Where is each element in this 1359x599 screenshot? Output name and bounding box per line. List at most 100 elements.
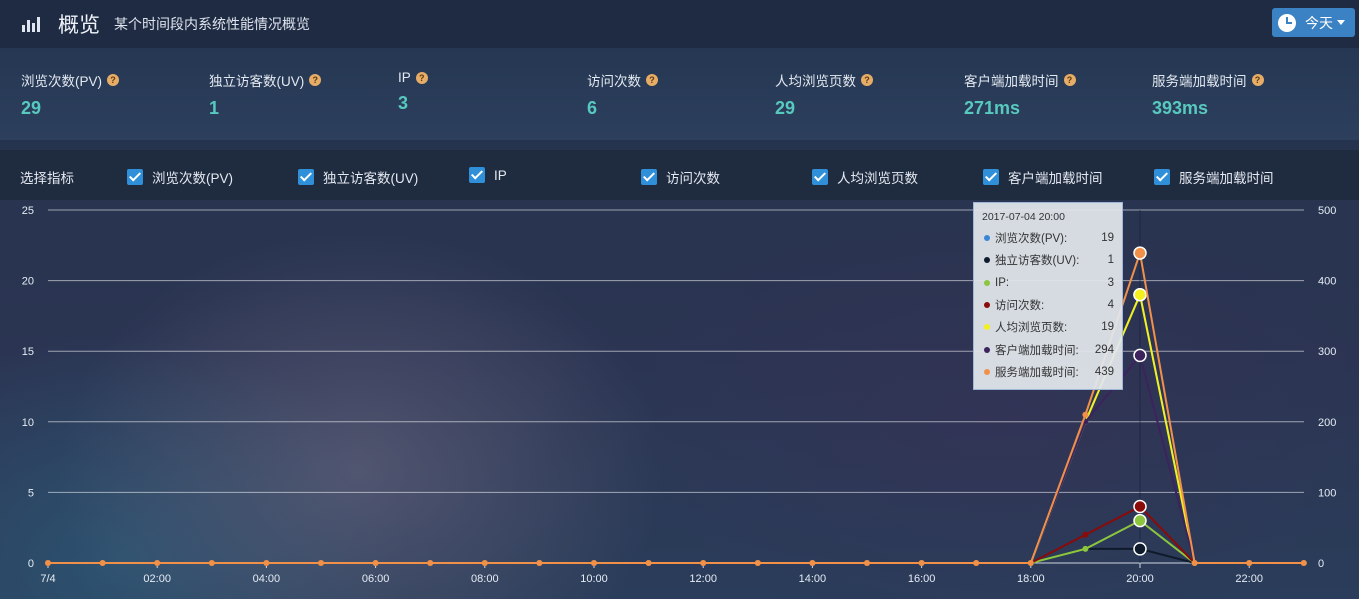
series-point xyxy=(372,560,379,566)
stats-panel: 浏览次数(PV)? 29 独立访客数(UV)? 1 IP? 3 访问次数? 6 … xyxy=(0,48,1359,140)
y-right-tick-label: 400 xyxy=(1318,276,1336,288)
checkbox-checked-icon[interactable] xyxy=(641,169,657,185)
stat-value: 3 xyxy=(398,93,409,113)
chart-tooltip: 2017-07-04 20:00 浏览次数(PV): 19 独立访客数(UV): 1… xyxy=(973,202,1123,390)
stat-label: 人均浏览页数 xyxy=(775,74,856,89)
help-icon[interactable]: ? xyxy=(1251,74,1264,86)
series-point xyxy=(1246,560,1253,566)
series-point xyxy=(318,560,324,566)
x-tick-label: 22:00 xyxy=(1235,573,1263,585)
x-tick-label: 20:00 xyxy=(1126,573,1154,585)
metric-label: 独立访客数(UV) xyxy=(323,171,419,186)
series-point xyxy=(45,560,51,566)
stat-value: 29 xyxy=(775,98,796,118)
trend-chart[interactable]: 0 0 5 100 10 200 15 300 20 400 25 500 7/4 02:00 04:00 0… xyxy=(0,200,1359,599)
series-point-highlight xyxy=(1133,348,1147,363)
y-left-tick-label: 20 xyxy=(22,276,34,288)
series-point xyxy=(481,560,488,566)
tooltip-series-name: IP: xyxy=(995,277,1010,289)
date-range-button[interactable]: 今天 xyxy=(1272,8,1355,37)
metric-label: 访问次数 xyxy=(666,171,720,186)
stat-pv: 浏览次数(PV)? 29 xyxy=(21,70,119,119)
help-icon[interactable]: ? xyxy=(1063,74,1076,86)
help-icon[interactable]: ? xyxy=(309,74,322,86)
stat-value: 271ms xyxy=(964,98,1021,118)
x-tick-label: 7/4 xyxy=(40,573,55,585)
x-tick-label: 16:00 xyxy=(908,573,936,585)
tooltip-row: 客户端加载时间: 294 xyxy=(984,342,1114,358)
metric-label: 浏览次数(PV) xyxy=(152,171,233,186)
x-tick-label: 18:00 xyxy=(1017,573,1045,585)
tooltip-time: 2017-07-04 20:00 xyxy=(982,211,1065,223)
series-point xyxy=(1082,411,1089,418)
stat-label: 访问次数 xyxy=(587,74,641,89)
checkbox-checked-icon[interactable] xyxy=(298,169,314,185)
clock-icon xyxy=(1278,13,1296,32)
tooltip-series-value: 19 xyxy=(1101,232,1114,244)
series-point xyxy=(1191,560,1198,566)
metric-checkbox-server-load[interactable]: 服务端加载时间 xyxy=(1154,167,1274,187)
help-icon[interactable]: ? xyxy=(415,71,428,84)
help-icon[interactable]: ? xyxy=(107,74,119,86)
y-right-tick-label: 200 xyxy=(1318,417,1336,429)
tooltip-series-name: 客户端加载时间: xyxy=(995,345,1079,357)
stat-pages-per-visitor: 人均浏览页数? 29 xyxy=(775,70,873,119)
help-icon[interactable]: ? xyxy=(861,74,873,86)
checkbox-checked-icon[interactable] xyxy=(1154,169,1170,185)
metric-selector: 选择指标 浏览次数(PV) 独立访客数(UV) IP 访问次数 人均浏览页数 客… xyxy=(0,150,1359,200)
series-point xyxy=(1082,545,1089,552)
tooltip-series-value: 294 xyxy=(1094,344,1114,356)
series-line xyxy=(48,505,1304,564)
stat-label: 浏览次数(PV) xyxy=(21,74,102,89)
stat-visits: 访问次数? 6 xyxy=(587,70,658,119)
series-point xyxy=(99,560,106,566)
x-tick-label: 14:00 xyxy=(799,573,827,585)
stat-value: 393ms xyxy=(1152,98,1209,118)
metric-label: 人均浏览页数 xyxy=(837,171,918,186)
metric-checkbox-client-load[interactable]: 客户端加载时间 xyxy=(983,167,1103,187)
metric-checkbox-pages-per-visitor[interactable]: 人均浏览页数 xyxy=(812,167,918,187)
checkbox-checked-icon[interactable] xyxy=(127,169,143,185)
stat-server-load: 服务端加载时间? 393ms xyxy=(1152,70,1264,119)
metric-checkbox-visits[interactable]: 访问次数 xyxy=(641,167,720,187)
stat-label: 服务端加载时间 xyxy=(1152,74,1247,89)
stat-label: IP xyxy=(398,70,411,85)
series-dot-icon xyxy=(984,369,990,375)
series-point-highlight xyxy=(1133,499,1147,514)
metric-label: 服务端加载时间 xyxy=(1179,171,1274,186)
series-point xyxy=(864,560,870,566)
y-right-tick-label: 300 xyxy=(1318,346,1336,358)
series-dot-icon xyxy=(984,324,990,330)
tooltip-row: IP: 3 xyxy=(984,275,1114,291)
x-tick-label: 02:00 xyxy=(143,573,171,585)
metric-checkbox-pv[interactable]: 浏览次数(PV) xyxy=(127,167,233,187)
series-point xyxy=(427,560,434,566)
series-point-highlight xyxy=(1133,542,1147,556)
stat-ip: IP? 3 xyxy=(398,70,428,114)
checkbox-checked-icon[interactable] xyxy=(812,169,828,185)
series-line xyxy=(48,519,1304,564)
checkbox-checked-icon[interactable] xyxy=(469,167,485,183)
page-title: 概览 xyxy=(58,14,100,37)
checkbox-checked-icon[interactable] xyxy=(983,169,999,185)
series-line xyxy=(48,547,1304,564)
tooltip-series-name: 人均浏览页数: xyxy=(995,322,1068,334)
series-dot-icon xyxy=(984,257,990,263)
series-point xyxy=(700,560,707,566)
x-tick-label: 04:00 xyxy=(253,573,281,585)
y-left-tick-label: 15 xyxy=(22,346,34,358)
series-point xyxy=(918,560,925,566)
series-point xyxy=(536,560,543,566)
y-right-tick-label: 100 xyxy=(1318,487,1336,499)
series-point-highlight xyxy=(1133,513,1147,528)
metric-checkbox-ip[interactable]: IP xyxy=(469,167,507,183)
x-tick-label: 12:00 xyxy=(689,573,717,585)
stat-value: 29 xyxy=(21,98,42,118)
help-icon[interactable]: ? xyxy=(646,74,658,86)
tooltip-series-value: 1 xyxy=(1107,254,1114,266)
stat-value: 1 xyxy=(209,98,220,118)
series-point xyxy=(263,560,270,566)
metric-checkbox-uv[interactable]: 独立访客数(UV) xyxy=(298,167,418,187)
tooltip-series-value: 439 xyxy=(1094,366,1114,378)
tooltip-row: 访问次数: 4 xyxy=(984,297,1114,313)
